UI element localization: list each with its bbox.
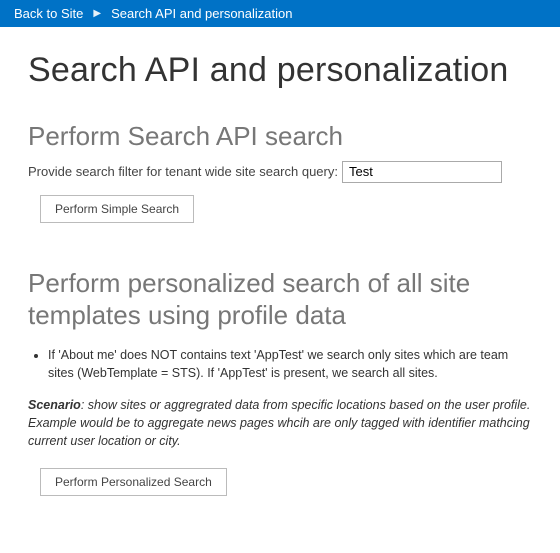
back-to-site-link[interactable]: Back to Site	[14, 6, 83, 21]
perform-personalized-search-button[interactable]: Perform Personalized Search	[40, 468, 227, 496]
section-heading-simple-search: Perform Search API search	[28, 120, 532, 153]
filter-label: Provide search filter for tenant wide si…	[28, 164, 338, 179]
personalized-rules-list: If 'About me' does NOT contains text 'Ap…	[48, 346, 532, 382]
top-breadcrumb-bar: Back to Site ▶ Search API and personaliz…	[0, 0, 560, 27]
section-heading-personalized-search: Perform personalized search of all site …	[28, 267, 532, 332]
scenario-text: : show sites or aggregrated data from sp…	[28, 398, 530, 448]
page-title: Search API and personalization	[28, 51, 532, 90]
list-item: If 'About me' does NOT contains text 'Ap…	[48, 346, 532, 382]
chevron-right-icon: ▶	[93, 8, 101, 19]
breadcrumb-current: Search API and personalization	[111, 6, 292, 21]
filter-row: Provide search filter for tenant wide si…	[28, 161, 532, 183]
main-content: Search API and personalization Perform S…	[0, 27, 560, 520]
scenario-lead: Scenario	[28, 398, 81, 412]
search-filter-input[interactable]	[342, 161, 502, 183]
scenario-paragraph: Scenario: show sites or aggregrated data…	[28, 396, 532, 450]
perform-simple-search-button[interactable]: Perform Simple Search	[40, 195, 194, 223]
